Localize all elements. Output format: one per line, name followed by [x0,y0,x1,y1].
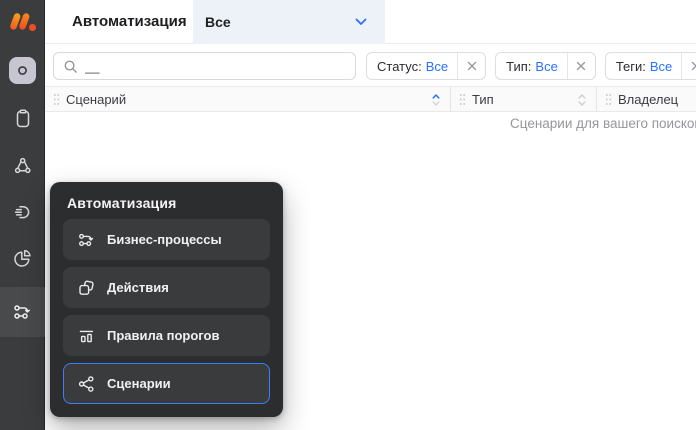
app-window: Автоматизация Все Статус: Все [0,0,696,430]
chip-value: Все [650,59,672,74]
sidebar-item-automation[interactable] [0,298,45,326]
chip-value: Все [426,59,448,74]
pie-chart-icon [12,248,33,269]
chip-value: Все [535,59,557,74]
chip-label: Теги: [616,59,646,74]
filter-chips: Статус: Все Тип: Все Теги: Все [366,52,696,80]
automation-flow-icon [12,302,33,322]
scope-dropdown-value: Все [205,14,231,30]
scope-dropdown[interactable]: Все [193,0,385,44]
sort-asc-icon[interactable] [432,93,440,107]
business-process-icon [77,231,96,249]
search-input[interactable] [85,54,355,78]
menu-item-scenarios[interactable]: Сценарии [63,363,270,404]
column-header-scenario[interactable]: Сценарий [45,87,450,111]
popup-items: Бизнес-процессы Действия Правила порогов [63,219,270,404]
network-triangle-icon [12,156,33,176]
filter-chip-status[interactable]: Статус: Все [366,52,486,80]
sidebar-item-pie-chart[interactable] [0,244,45,272]
sidebar-item-stream[interactable] [0,198,45,226]
menu-item-actions[interactable]: Действия [63,267,270,308]
workspace-circle-icon [17,65,28,76]
empty-state-text: Сценарии для вашего поискового [510,116,696,131]
menu-item-business-processes[interactable]: Бизнес-процессы [63,219,270,260]
sort-icon[interactable] [578,93,586,107]
column-header-owner[interactable]: Владелец [596,87,696,111]
chip-label: Статус: [377,59,422,74]
popup-title: Автоматизация [67,195,177,211]
sidebar-item-network[interactable] [0,152,45,180]
menu-item-label: Сценарии [107,376,171,391]
app-logo-icon[interactable] [0,0,45,44]
menu-item-label: Правила порогов [107,328,219,343]
threshold-rules-icon [77,327,96,345]
chip-label: Тип: [506,59,531,74]
search-box[interactable] [53,52,356,80]
filter-chip-type[interactable]: Тип: Все [495,52,596,80]
scenarios-share-icon [77,375,96,393]
filter-chip-tags[interactable]: Теги: Все [605,52,696,80]
search-icon [63,59,78,74]
table-header: Сценарий Тип [45,86,696,112]
automation-popup-menu: Автоматизация Бизнес-процессы Де [50,182,283,417]
column-label: Владелец [618,92,678,107]
menu-item-label: Действия [107,280,169,295]
clipboard-icon [13,108,33,130]
header: Автоматизация Все [45,0,696,44]
column-header-type[interactable]: Тип [450,87,596,111]
workspace-button[interactable] [9,57,36,84]
column-label: Сценарий [66,92,126,107]
column-label: Тип [472,92,494,107]
close-icon[interactable] [681,53,696,79]
actions-icon [77,279,96,297]
stream-icon [12,202,33,222]
chevron-down-icon [355,18,367,26]
drag-handle-icon[interactable] [605,93,612,106]
drag-handle-icon[interactable] [53,93,60,106]
page-title: Автоматизация [72,0,187,44]
close-icon[interactable] [567,53,595,79]
menu-item-label: Бизнес-процессы [107,232,222,247]
close-icon[interactable] [457,53,485,79]
drag-handle-icon[interactable] [459,93,466,106]
sidebar-item-clipboard[interactable] [0,105,45,133]
sidebar [0,0,45,430]
menu-item-threshold-rules[interactable]: Правила порогов [63,315,270,356]
